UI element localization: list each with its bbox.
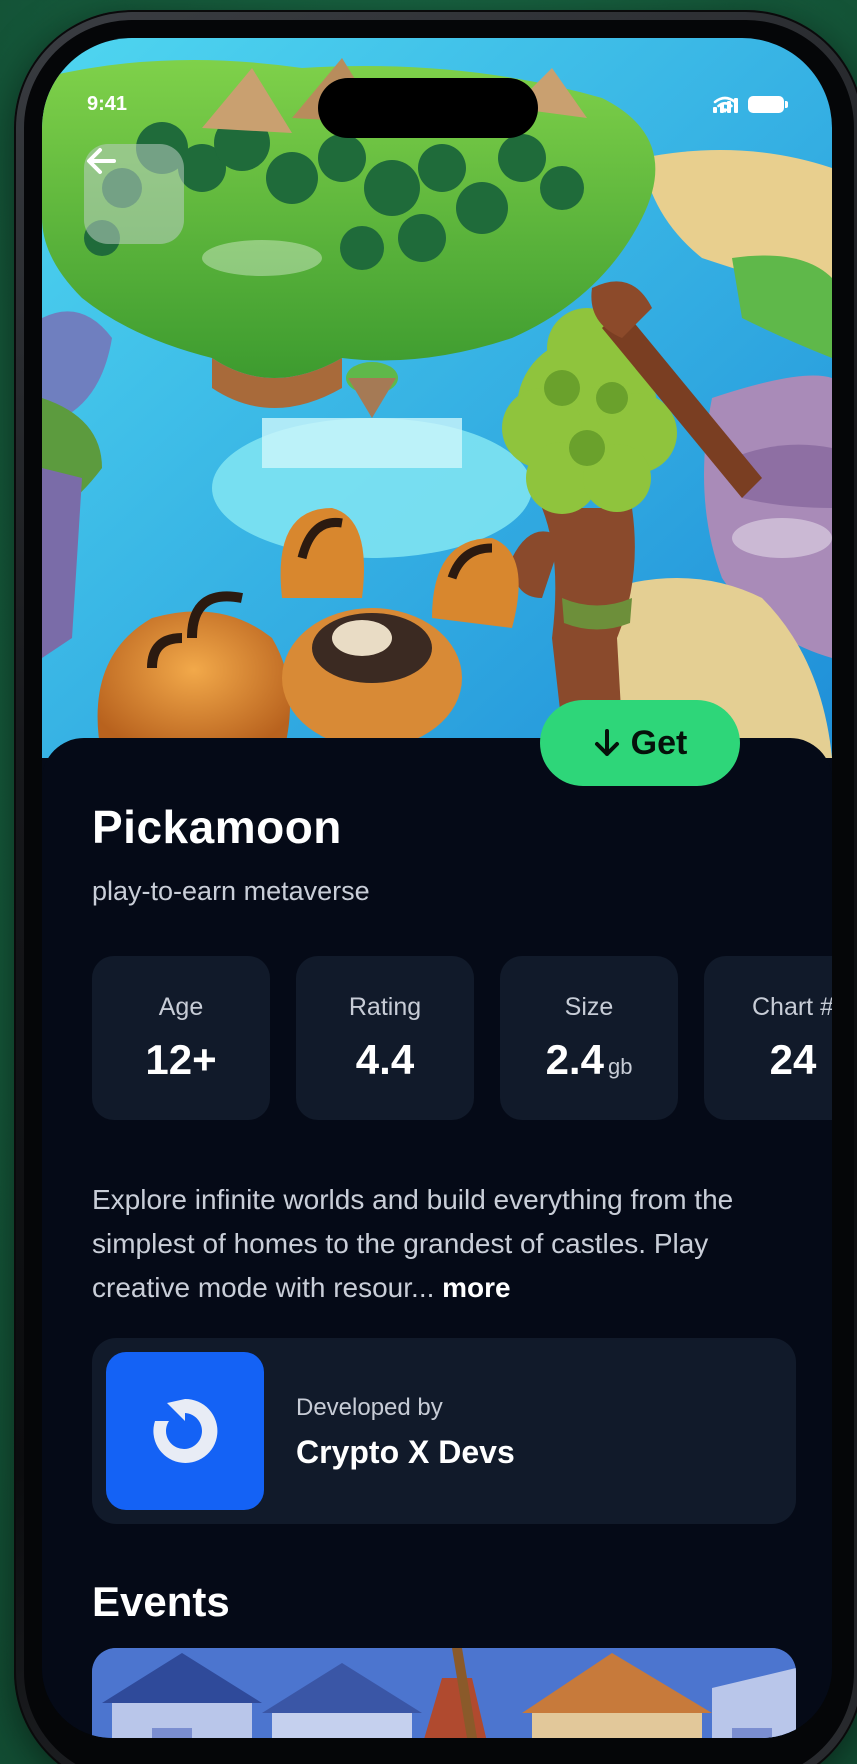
hero-artwork: 9:41 [42,38,832,758]
stat-value: 24 [769,1035,817,1083]
stat-chart: Chart # 24 [704,956,832,1120]
stat-label: Chart # [752,992,832,1021]
app-title: Pickamoon [92,801,342,853]
more-link[interactable]: more [442,1272,510,1303]
stat-value: 4.4 [355,1035,415,1083]
stat-unit: gb [607,1053,633,1079]
stat-rating: Rating 4.4 [296,956,474,1120]
app-tagline: play-to-earn metaverse [92,876,370,906]
events-heading: Events [92,1578,230,1625]
stat-size: Size 2.4 gb [500,956,678,1120]
stat-value: 2.4 gb [545,1035,633,1083]
wifi-icon [713,96,737,113]
developer-caption: Developed by [296,1394,443,1421]
developer-logo-icon [153,1398,218,1463]
stat-value: 12+ [145,1035,217,1083]
get-button[interactable]: Get [540,700,740,786]
arrow-down-icon [594,729,619,756]
dynamic-island [318,78,538,138]
event-thumbnail [92,1648,796,1738]
developer-card[interactable]: Developed by Crypto X Devs [92,1338,796,1524]
status-icons [713,96,788,113]
status-time: 9:41 [87,93,128,115]
battery-icon [748,96,788,113]
developer-name: Crypto X Devs [296,1434,515,1470]
arrow-left-icon [87,148,116,174]
stat-label: Size [564,992,614,1021]
event-card[interactable] [92,1648,796,1738]
stat-label: Age [158,992,204,1021]
app-description: Explore infinite worlds and build everyt… [92,1178,792,1310]
developer-logo [106,1352,264,1510]
back-button[interactable] [84,144,184,244]
description-text: Explore infinite worlds and build everyt… [92,1184,734,1303]
get-button-label: Get [630,723,688,762]
stats-row[interactable]: Age 12+ Rating 4.4 Size 2.4 gb Chart # 24 [92,956,832,1120]
app-screen: 9:41 Get Pickamoon play-to-earn metavers… [42,38,832,1738]
stat-label: Rating [348,992,422,1021]
stat-age: Age 12+ [92,956,270,1120]
